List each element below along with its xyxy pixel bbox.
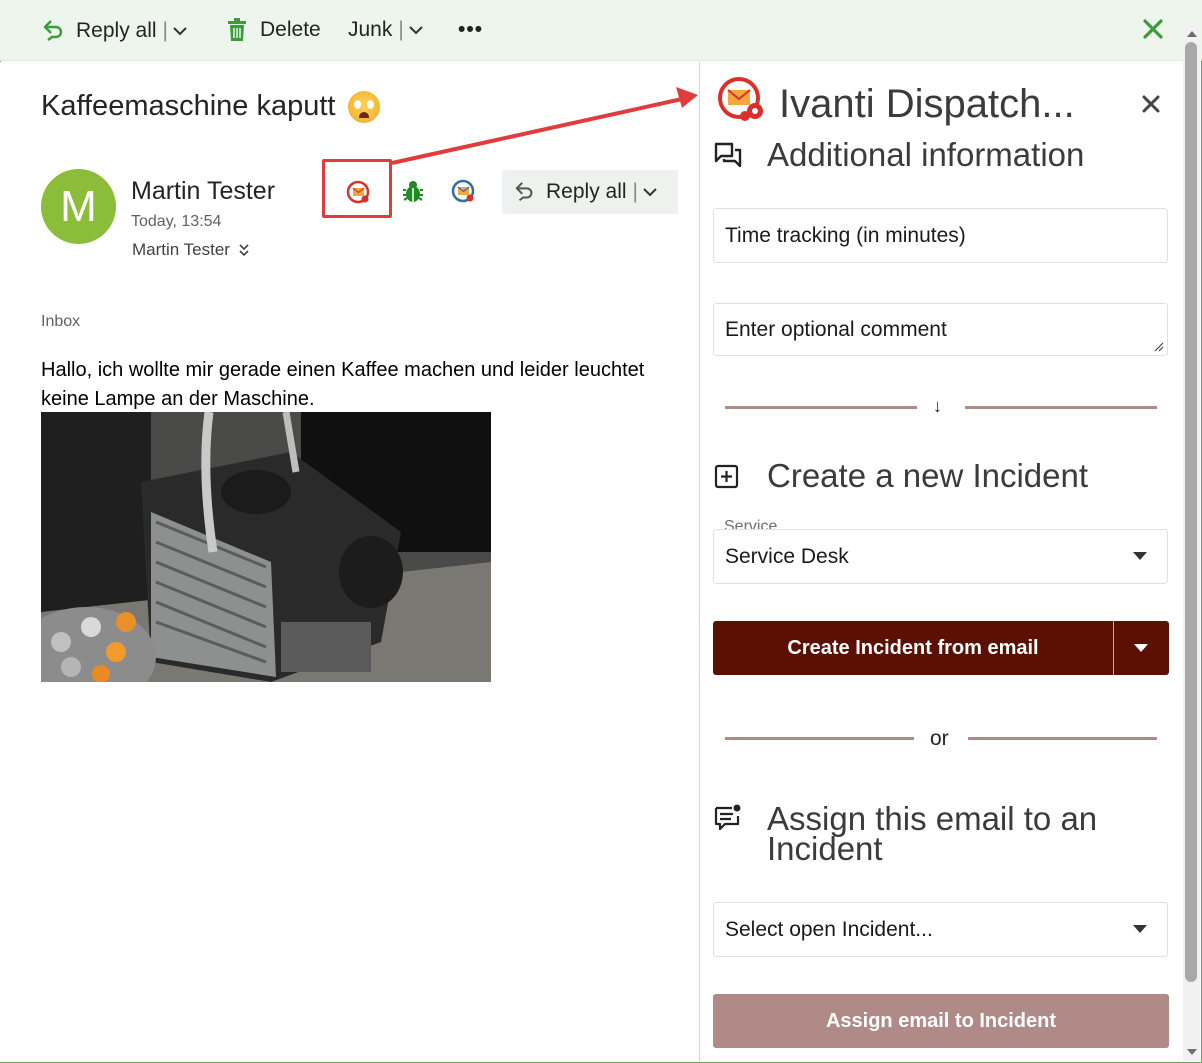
additional-info-heading: Additional information [767, 136, 1085, 173]
message-subject: Kaffeemaschine kaputt [41, 90, 380, 123]
reply-all-label: Reply all [76, 19, 157, 42]
junk-label: Junk [348, 18, 393, 41]
pane-close-button[interactable] [1141, 94, 1161, 119]
pane-title: Ivanti Dispatch... [779, 82, 1075, 126]
comment-textarea[interactable]: Enter optional comment [713, 303, 1168, 356]
resize-handle-icon[interactable] [1154, 342, 1164, 352]
addin-task-pane: Ivanti Dispatch... Additional informatio… [699, 62, 1183, 1062]
ivanti-logo-icon [718, 77, 763, 121]
scroll-up-icon[interactable] [1187, 31, 1197, 37]
open-incident-placeholder: Select open Incident... [725, 917, 933, 941]
avatar[interactable]: M [41, 169, 116, 244]
assign-incident-heading: Assign this email to an Incident [767, 800, 1098, 867]
subject-text: Kaffeemaschine kaputt [41, 90, 336, 122]
message-body: Hallo, ich wollte mir gerade einen Kaffe… [41, 359, 645, 410]
divider-line [725, 737, 914, 740]
reply-all-button[interactable]: Reply all | [42, 18, 188, 44]
expand-recipients-icon [239, 244, 249, 257]
caret-down-icon [1133, 925, 1147, 933]
bug-icon[interactable] [401, 179, 425, 205]
more-icon[interactable]: ••• [458, 18, 483, 42]
time-tracking-input[interactable]: Time tracking (in minutes) [713, 208, 1168, 263]
divider-line [965, 406, 1157, 409]
time-tracking-placeholder: Time tracking (in minutes) [725, 223, 966, 247]
scroll-down-icon[interactable] [1187, 1049, 1197, 1055]
reply-all-icon [515, 182, 533, 202]
delete-button[interactable]: Delete [226, 18, 321, 42]
delete-label: Delete [260, 18, 321, 41]
create-options-dropdown-button[interactable] [1114, 621, 1169, 675]
recipient-line[interactable]: Martin Tester [132, 240, 250, 260]
scrollbar-thumb[interactable] [1185, 42, 1197, 982]
coffee-machine-photo [41, 412, 491, 682]
close-icon [1143, 19, 1163, 39]
message-pane: Kaffeemaschine kaputt M Martin Tester To… [0, 62, 699, 1062]
chevron-down-icon[interactable] [408, 24, 424, 36]
create-incident-button[interactable]: Create Incident from email [713, 621, 1114, 675]
sad-face-emoji-icon [347, 90, 380, 123]
reply-all-split-button[interactable]: Reply all | [502, 170, 678, 214]
junk-button[interactable]: Junk | [348, 18, 424, 42]
service-value: Service Desk [725, 544, 849, 568]
ivanti-addin-icon[interactable] [346, 180, 372, 206]
split-separator: | [162, 19, 169, 42]
gear-envelope-icon[interactable] [451, 179, 477, 205]
message-time: Today, 13:54 [131, 213, 222, 230]
divider-arrow-icon: ↓ [933, 396, 942, 416]
open-incident-select[interactable]: Select open Incident... [713, 902, 1168, 957]
assign-message-icon [714, 804, 741, 831]
divider-line [725, 406, 917, 409]
reply-all-label: Reply all [546, 180, 627, 203]
chevron-down-icon[interactable] [172, 25, 188, 37]
reading-toolbar: Reply all | Delete Junk | ••• [0, 0, 1202, 61]
plus-square-icon [714, 464, 739, 489]
close-button[interactable] [1142, 18, 1164, 45]
split-separator: | [632, 180, 639, 203]
reply-all-icon [43, 20, 63, 41]
trash-icon [228, 18, 246, 41]
service-select[interactable]: Service Desk [713, 529, 1168, 584]
create-incident-split-button: Create Incident from email [713, 621, 1169, 675]
comments-icon [714, 142, 742, 168]
folder-label[interactable]: Inbox [41, 313, 80, 331]
recipient-name: Martin Tester [132, 240, 230, 259]
comment-placeholder: Enter optional comment [725, 317, 947, 341]
or-separator: or [930, 727, 949, 750]
sender-name[interactable]: Martin Tester [131, 177, 275, 206]
caret-down-icon [1133, 552, 1147, 560]
chevron-down-icon[interactable] [642, 186, 658, 198]
assign-email-button[interactable]: Assign email to Incident [713, 994, 1169, 1048]
close-icon [1142, 95, 1160, 113]
split-separator: | [398, 18, 404, 41]
divider-line [968, 737, 1157, 740]
create-incident-heading: Create a new Incident [767, 457, 1089, 494]
